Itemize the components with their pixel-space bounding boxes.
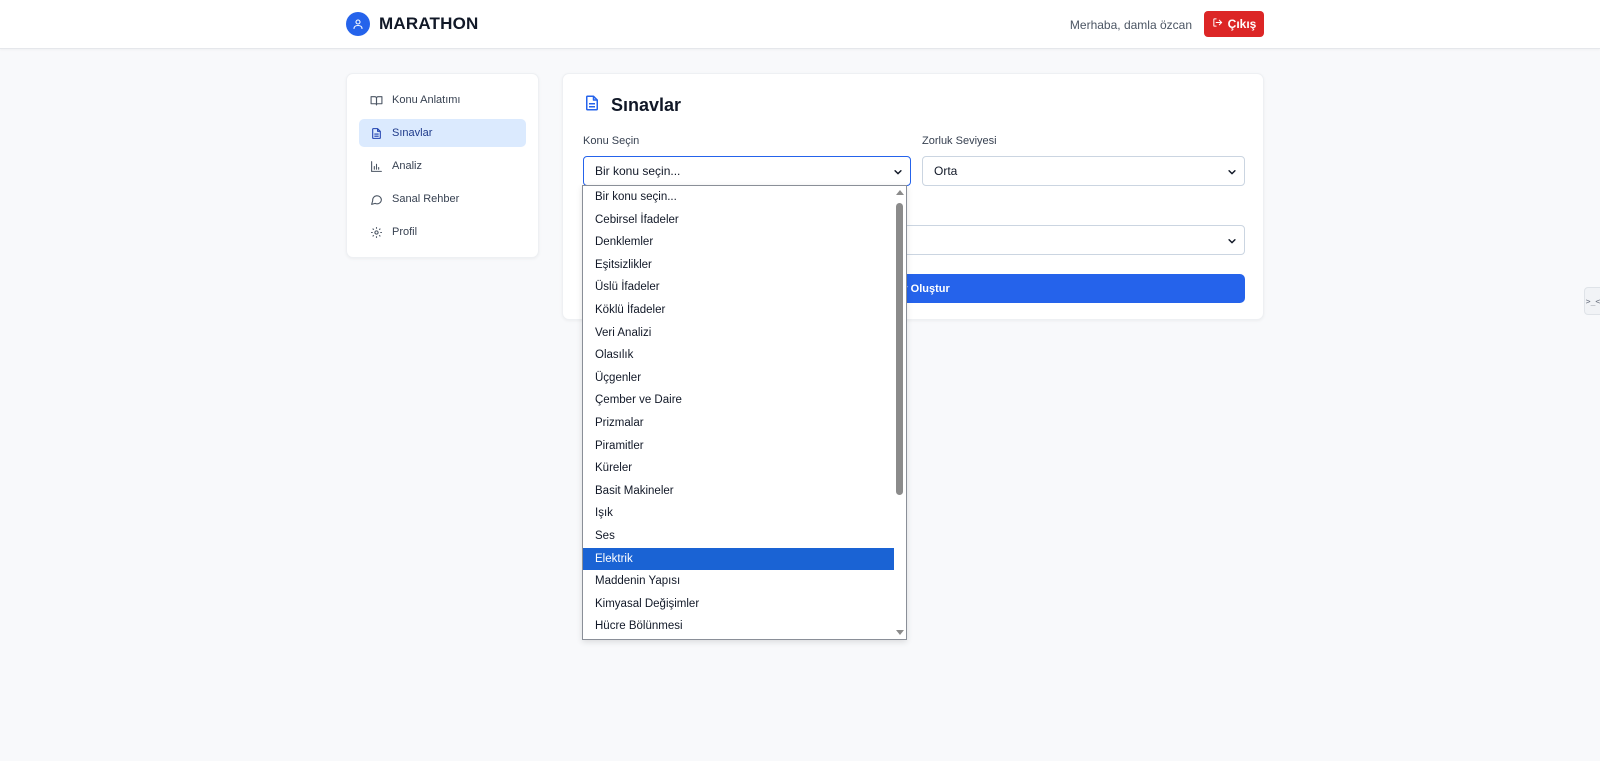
dropdown-option[interactable]: Hücre Bölünmesi — [583, 615, 896, 638]
user-circle-icon — [346, 12, 370, 36]
dropdown-option[interactable]: Piramitler — [583, 435, 896, 458]
brand[interactable]: MARATHON — [346, 12, 479, 36]
dropdown-option[interactable]: Küreler — [583, 457, 896, 480]
dropdown-option[interactable]: Üslü İfadeler — [583, 276, 896, 299]
difficulty-label: Zorluk Seviyesi — [922, 135, 997, 147]
dropdown-option[interactable]: Eşitsizlikler — [583, 254, 896, 277]
sidebar-item-label: Sınavlar — [392, 127, 433, 139]
sidebar-item-label: Konu Anlatımı — [392, 94, 461, 106]
dropdown-option[interactable]: Bir konu seçin... — [583, 186, 896, 209]
sidebar-item-profil[interactable]: Profil — [359, 218, 526, 246]
sidebar-item-analiz[interactable]: Analiz — [359, 152, 526, 180]
dropdown-option[interactable]: Elektrik — [583, 547, 896, 571]
user-greeting: Merhaba, damla özcan — [1069, 18, 1192, 32]
sidebar: Konu Anlatımı Sınavlar Analiz Sanal Rehb… — [346, 73, 539, 258]
dropdown-option[interactable]: Maddenin Yapısı — [583, 570, 896, 593]
sidebar-item-sanal-rehber[interactable]: Sanal Rehber — [359, 185, 526, 213]
dropdown-scrollbar[interactable] — [894, 186, 906, 639]
logout-icon — [1212, 17, 1223, 31]
dropdown-option[interactable]: Veri Analizi — [583, 322, 896, 345]
topic-dropdown-list[interactable]: Bir konu seçin... Cebirsel İfadeler Denkle… — [582, 185, 907, 640]
scroll-thumb[interactable] — [896, 203, 903, 495]
chevron-down-icon — [1227, 235, 1237, 249]
chevron-down-icon — [893, 166, 903, 180]
dropdown-option[interactable]: Çember ve Daire — [583, 389, 896, 412]
scroll-down-arrow-icon[interactable] — [896, 630, 904, 635]
logout-button[interactable]: Çıkış — [1204, 11, 1264, 37]
page-title-text: Sınavlar — [611, 95, 682, 115]
dropdown-option[interactable]: Köklü İfadeler — [583, 299, 896, 322]
side-panel-toggle[interactable]: >_< — [1584, 287, 1600, 315]
document-icon — [583, 94, 601, 117]
page-title: Sınavlar — [583, 94, 681, 117]
scroll-up-arrow-icon[interactable] — [896, 190, 904, 195]
book-open-icon — [369, 93, 383, 107]
brand-name: MARATHON — [379, 14, 479, 33]
difficulty-select-value: Orta — [934, 164, 958, 178]
dropdown-option[interactable]: Basit Makineler — [583, 480, 896, 503]
sidebar-item-sinavlar[interactable]: Sınavlar — [359, 119, 526, 147]
dropdown-options: Bir konu seçin... Cebirsel İfadeler Denkle… — [583, 186, 906, 638]
sidebar-item-konu-anlatimi[interactable]: Konu Anlatımı — [359, 86, 526, 114]
sidebar-item-label: Analiz — [392, 160, 422, 172]
document-icon — [369, 126, 383, 140]
top-navbar: MARATHON Merhaba, damla özcan Çıkış — [0, 0, 1600, 49]
dropdown-option[interactable]: Işık — [583, 502, 896, 525]
chevron-down-icon — [1227, 166, 1237, 180]
topic-select-value: Bir konu seçin... — [595, 164, 681, 178]
dropdown-option[interactable]: Denklemler — [583, 231, 896, 254]
difficulty-select[interactable]: Orta — [922, 156, 1245, 186]
side-panel-toggle-label: >_< — [1585, 296, 1600, 306]
logout-label: Çıkış — [1227, 17, 1257, 31]
dropdown-option[interactable]: Prizmalar — [583, 412, 896, 435]
bar-chart-icon — [369, 159, 383, 173]
dropdown-option[interactable]: Cebirsel İfadeler — [583, 209, 896, 232]
dropdown-option[interactable]: Ses — [583, 525, 896, 548]
dropdown-option[interactable]: Kimyasal Değişimler — [583, 593, 896, 616]
topic-label: Konu Seçin — [583, 135, 640, 147]
topic-select[interactable]: Bir konu seçin... — [583, 156, 911, 186]
chat-bubble-icon — [369, 192, 383, 206]
sidebar-item-label: Sanal Rehber — [392, 193, 460, 205]
dropdown-option[interactable]: Üçgenler — [583, 367, 896, 390]
sidebar-item-label: Profil — [392, 226, 418, 238]
dropdown-option[interactable]: Olasılık — [583, 344, 896, 367]
gear-icon — [369, 225, 383, 239]
